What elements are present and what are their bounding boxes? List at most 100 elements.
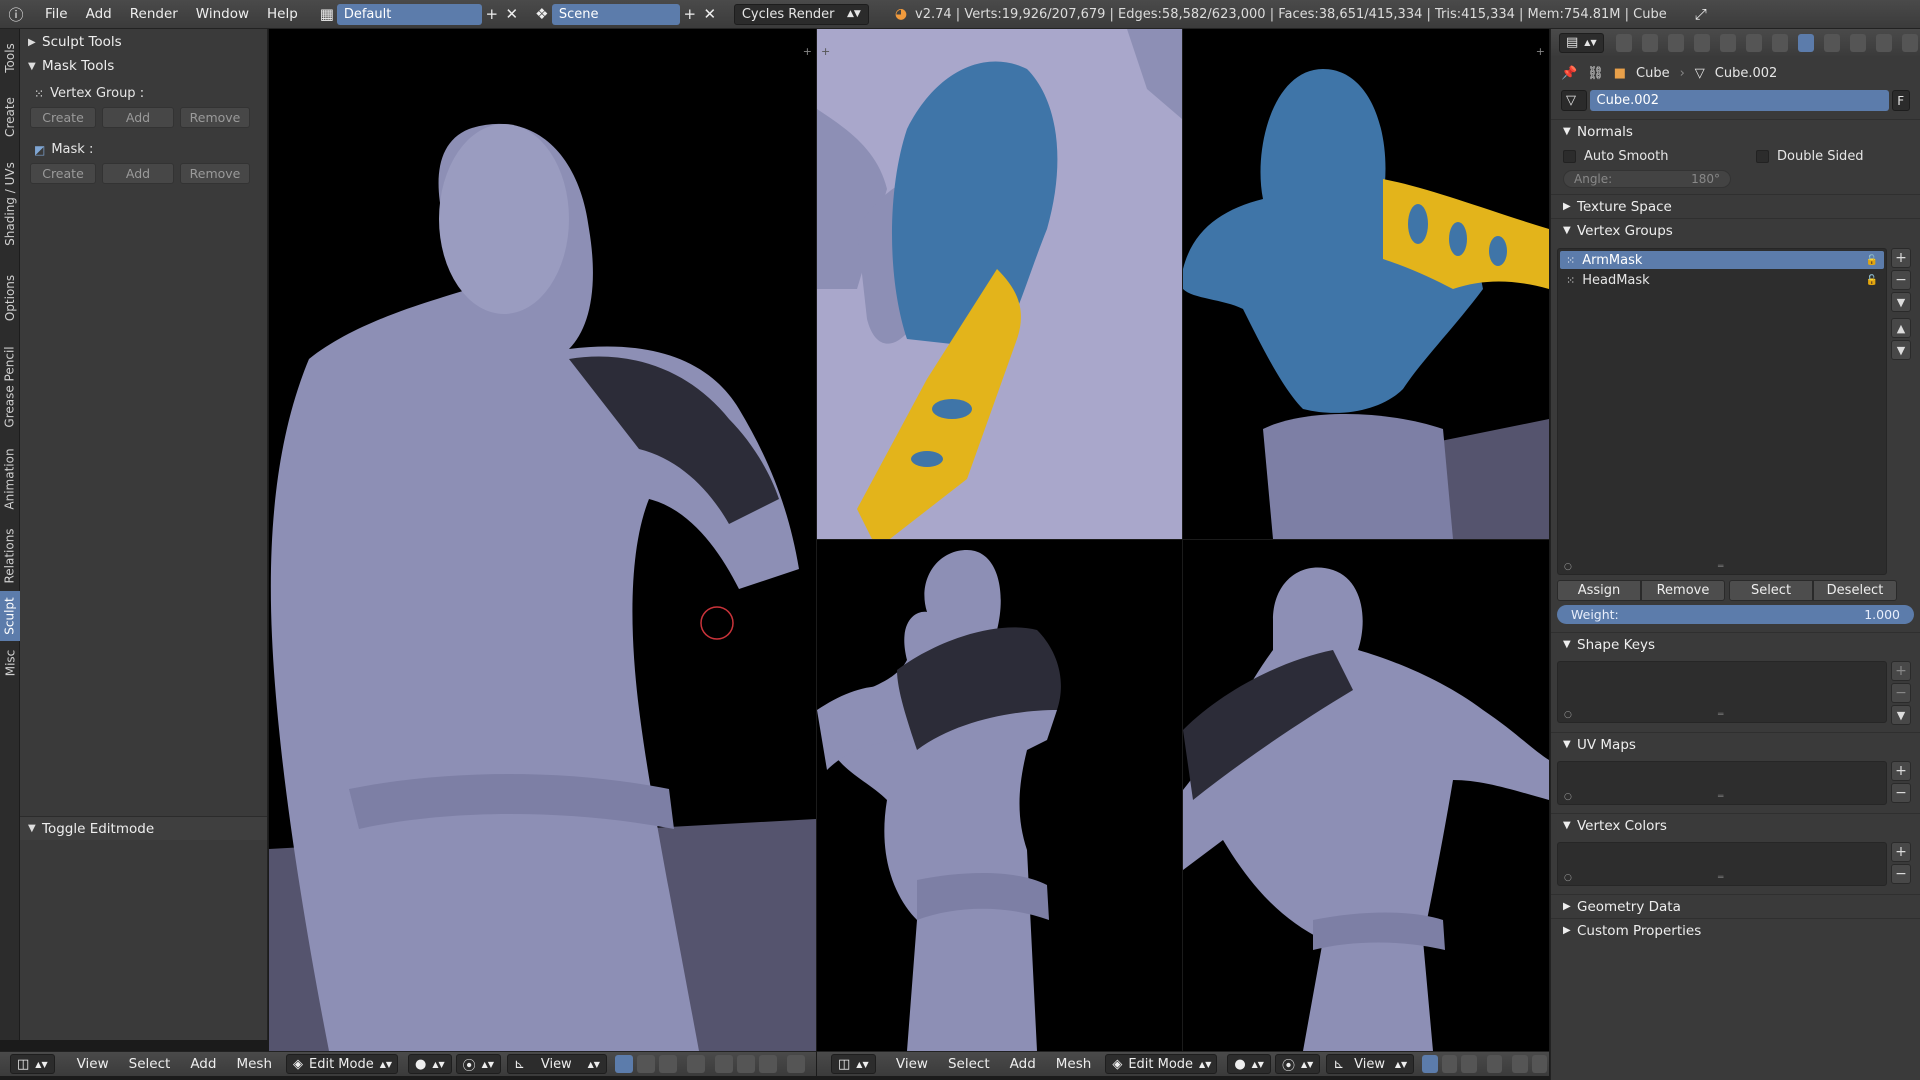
vertex-colors-panel[interactable]: ▼ Vertex Colors [1551,813,1920,837]
material-context-icon[interactable] [1823,33,1840,52]
remove-from-group-button[interactable]: Remove [1641,580,1725,601]
menu-window[interactable]: Window [187,6,258,22]
object-context-icon[interactable] [1719,33,1736,52]
menu-file[interactable]: File [36,6,77,22]
list-filter-icon[interactable]: ○ [1564,792,1572,802]
header-menu-add[interactable]: Add [180,1056,226,1072]
list-item-armmask[interactable]: ⁙ ArmMask 🔓 [1560,251,1884,269]
tab-grease-pencil[interactable]: Grease Pencil [0,337,20,437]
mask-add-button[interactable]: Add [102,163,174,184]
viewport-top-right[interactable]: + [1183,29,1549,539]
add-uv-map-button[interactable]: + [1891,761,1911,781]
scene-context-icon[interactable] [1667,33,1684,52]
remove-shape-key-button[interactable]: − [1891,683,1911,703]
mode-select[interactable]: ◈ Edit Mode ▲▼ [286,1054,398,1074]
mode-select[interactable]: ◈ Edit Mode ▲▼ [1105,1054,1218,1074]
viewport-top-middle[interactable]: + [817,29,1182,539]
shading-select[interactable]: ● ▲▼ [1227,1054,1271,1074]
header-menu-mesh[interactable]: Mesh [1046,1056,1102,1072]
physics-context-icon[interactable] [1901,33,1918,52]
mesh-browse-select[interactable]: ▽ [1561,90,1587,111]
header-menu-select[interactable]: Select [119,1056,181,1072]
texture-context-icon[interactable] [1849,33,1866,52]
weight-slider[interactable]: Weight: 1.000 [1557,605,1914,624]
vertex-group-create-button[interactable]: Create [30,107,96,128]
toggle-editmode-panel[interactable]: ▼ Toggle Editmode [20,816,267,840]
info-editor-icon[interactable]: ⓘ [6,4,26,25]
pin-icon[interactable]: 📌 [1561,66,1577,81]
custom-properties-panel[interactable]: ▶ Custom Properties [1551,918,1920,942]
particles-context-icon[interactable] [1875,33,1892,52]
shape-keys-panel[interactable]: ▼ Shape Keys [1551,632,1920,656]
tab-options[interactable]: Options [0,263,20,333]
header-menu-mesh[interactable]: Mesh [226,1056,282,1072]
viewport-corner-plus-icon[interactable]: + [1536,45,1545,58]
screen-layout-icon[interactable]: ▦ [317,4,337,25]
remove-uv-map-button[interactable]: − [1891,783,1911,803]
mesh-datablock-field[interactable]: Cube.002 [1589,90,1890,111]
mesh-data-context-icon[interactable] [1797,33,1814,52]
viewport-bottom-right[interactable] [1183,540,1549,1051]
deselect-button[interactable]: Deselect [1813,580,1897,601]
add-shape-key-button[interactable]: + [1891,661,1911,681]
list-resize-grip-icon[interactable]: ═ [1718,562,1723,572]
vertex-groups-panel[interactable]: ▼ Vertex Groups [1551,218,1920,242]
assign-button[interactable]: Assign [1557,580,1641,601]
double-sided-checkbox[interactable] [1756,150,1769,163]
lock-icon[interactable]: 🔓 [1866,255,1878,266]
layers-context-icon[interactable] [1641,33,1658,52]
angle-field[interactable]: Angle: 180° [1563,170,1731,188]
add-vertex-group-button[interactable]: + [1891,248,1911,268]
orientation-select[interactable]: ⊾ View ▲▼ [506,1054,607,1074]
header-menu-view[interactable]: View [886,1056,938,1072]
mask-tools-panel[interactable]: ▼ Mask Tools [20,54,267,78]
vertex-groups-list[interactable]: ⁙ ArmMask 🔓 ⁙ HeadMask 🔓 ○ ═ [1557,248,1887,575]
screen-layout-field[interactable]: Default [336,3,482,25]
render-engine-select[interactable]: Cycles Render ▲▼ [733,3,869,25]
move-down-icon[interactable]: ▼ [1891,340,1911,360]
tab-tools[interactable]: Tools [0,33,20,83]
add-screen-icon[interactable]: + [482,4,502,25]
vertex-group-add-button[interactable]: Add [102,107,174,128]
render-context-icon[interactable] [1615,33,1632,52]
vertex-select-icon[interactable] [1422,1055,1438,1073]
vertex-group-specials-icon[interactable]: ▼ [1891,292,1911,312]
list-item-headmask[interactable]: ⁙ HeadMask 🔓 [1560,271,1884,289]
list-resize-grip-icon[interactable]: ═ [1718,792,1723,802]
pivot-select[interactable]: ⦿ ▲▼ [1274,1054,1321,1074]
pivot-select[interactable]: ⦿ ▲▼ [455,1054,501,1074]
viewport-corner-plus-icon[interactable]: + [821,45,830,58]
list-filter-icon[interactable]: ○ [1564,873,1572,883]
texture-space-panel[interactable]: ▶ Texture Space [1551,194,1920,218]
editor-type-select[interactable]: ◫ ▲▼ [10,1054,55,1074]
normals-panel[interactable]: ▼ Normals [1551,119,1920,143]
face-select-icon[interactable] [1461,1055,1477,1073]
vertex-group-remove-button[interactable]: Remove [180,107,250,128]
tab-sculpt[interactable]: Sculpt [0,591,20,641]
tab-create[interactable]: Create [0,87,20,147]
remove-vertex-color-button[interactable]: − [1891,864,1911,884]
scene-field[interactable]: Scene [551,3,680,25]
constraints-context-icon[interactable] [1745,33,1762,52]
list-resize-grip-icon[interactable]: ═ [1718,873,1723,883]
occlude-geometry-icon[interactable] [1486,1055,1503,1073]
uv-maps-list[interactable]: ○ ═ [1557,761,1887,805]
face-select-icon[interactable] [658,1055,677,1073]
fullscreen-icon[interactable]: ⤢ [1691,4,1711,25]
header-menu-select[interactable]: Select [938,1056,1000,1072]
tab-misc[interactable]: Misc [0,641,20,685]
auto-smooth-checkbox[interactable] [1563,150,1576,163]
header-menu-view[interactable]: View [67,1056,119,1072]
shape-key-specials-icon[interactable]: ▼ [1891,705,1911,725]
modifiers-context-icon[interactable] [1771,33,1788,52]
world-context-icon[interactable] [1693,33,1710,52]
list-resize-grip-icon[interactable]: ═ [1718,710,1723,720]
shading-select[interactable]: ● ▲▼ [408,1054,452,1074]
move-up-icon[interactable]: ▲ [1891,318,1911,338]
remove-scene-icon[interactable]: ✕ [700,4,720,25]
remove-screen-icon[interactable]: ✕ [502,4,522,25]
sculpt-tools-panel[interactable]: ▶ Sculpt Tools [20,30,267,54]
proportional-edit-icon[interactable] [714,1055,733,1073]
shape-keys-list[interactable]: ○ ═ [1557,661,1887,723]
edge-select-icon[interactable] [1441,1055,1458,1073]
